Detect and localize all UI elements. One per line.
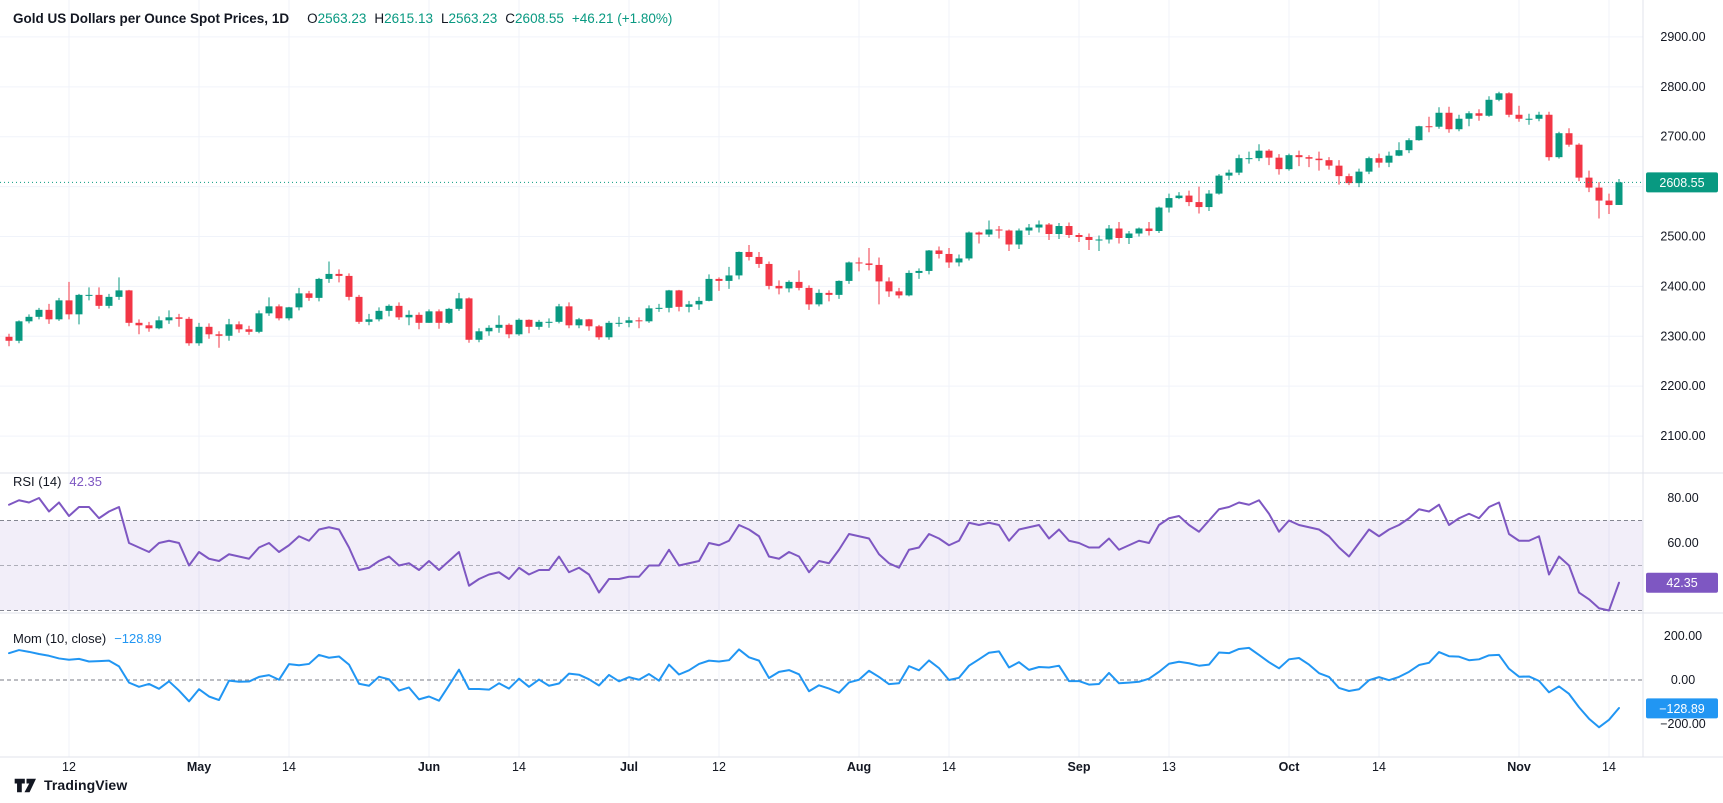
axis-tick-label: −200.00 (1660, 717, 1706, 731)
momentum-title-value: −128.89 (114, 631, 161, 646)
axis-tick-label: 2100.00 (1660, 429, 1705, 443)
time-axis[interactable]: 12 May 14 Jun 14 Jul 12 Aug 14 Sep 13 Oct 14 Nov 14 (62, 760, 1616, 774)
time-axis-day-label: 13 (1162, 760, 1176, 774)
time-axis-day-label: 14 (942, 760, 956, 774)
svg-text:−128.89: −128.89 (1659, 702, 1705, 716)
axis-tick-label: 2400.00 (1660, 279, 1705, 293)
price-axis[interactable]: 2900.002800.002700.002600.002500.002400.… (1660, 30, 1705, 443)
time-axis-day-label: 14 (1602, 760, 1616, 774)
axis-tick-label: 60.00 (1667, 536, 1698, 550)
axis-tick-label: 2200.00 (1660, 379, 1705, 393)
candles-series (6, 92, 1623, 348)
chart-canvas[interactable]: 2900.002800.002700.002600.002500.002400.… (0, 0, 1723, 803)
axis-tick-label: 2500.00 (1660, 230, 1705, 244)
axis-tick-label: 2700.00 (1660, 130, 1705, 144)
open-value: 2563.23 (318, 11, 367, 26)
rsi-title-value: 42.35 (69, 474, 102, 489)
time-axis-month-label: Sep (1068, 760, 1091, 774)
time-axis-day-label: 12 (712, 760, 726, 774)
time-axis-month-label: Jun (418, 760, 440, 774)
time-axis-month-label: May (187, 760, 211, 774)
rsi-band (0, 520, 1643, 610)
open-label: O (307, 11, 318, 26)
momentum-title-label: Mom (10, close) (13, 631, 106, 646)
rsi-title-label: RSI (14) (13, 474, 61, 489)
symbol-legend[interactable]: Gold US Dollars per Ounce Spot Prices, 1… (13, 11, 672, 26)
momentum-indicator-title[interactable]: Mom (10, close) −128.89 (13, 631, 162, 646)
axis-tick-label: 0.00 (1671, 673, 1695, 687)
time-axis-month-label: Jul (620, 760, 638, 774)
time-gridlines (69, 0, 1609, 757)
low-value: 2563.23 (448, 11, 497, 26)
momentum-value-label: −128.89 (1646, 698, 1718, 718)
rsi-indicator-title[interactable]: RSI (14) 42.35 (13, 474, 102, 489)
tradingview-chart-window: 2900.002800.002700.002600.002500.002400.… (0, 0, 1723, 803)
axis-tick-label: 2900.00 (1660, 30, 1705, 44)
time-axis-day-label: 14 (282, 760, 296, 774)
high-value: 2615.13 (384, 11, 433, 26)
rsi-value-label: 42.35 (1646, 573, 1718, 593)
change-value: +46.21 (+1.80%) (572, 11, 673, 26)
axis-tick-label: 80.00 (1667, 491, 1698, 505)
symbol-title[interactable]: Gold US Dollars per Ounce Spot Prices, 1… (13, 11, 289, 26)
close-label: C (505, 11, 515, 26)
axis-tick-label: 200.00 (1664, 629, 1702, 643)
high-label: H (374, 11, 384, 26)
tradingview-logo-text: TradingView (44, 777, 127, 793)
axis-tick-label: 2300.00 (1660, 329, 1705, 343)
svg-text:2608.55: 2608.55 (1659, 176, 1704, 190)
last-price-label: 2608.55 (1646, 172, 1718, 192)
pane-separators (0, 0, 1723, 757)
axis-tick-label: 2800.00 (1660, 80, 1705, 94)
time-axis-day-label: 14 (512, 760, 526, 774)
time-axis-month-label: Oct (1279, 760, 1301, 774)
time-axis-month-label: Aug (847, 760, 871, 774)
close-value: 2608.55 (515, 11, 564, 26)
price-gridlines (0, 37, 1643, 436)
tradingview-logo[interactable]: TradingView (14, 777, 127, 793)
tradingview-logo-icon (14, 778, 37, 793)
time-axis-day-label: 14 (1372, 760, 1386, 774)
time-axis-day-label: 12 (62, 760, 76, 774)
momentum-line (9, 648, 1619, 727)
time-axis-month-label: Nov (1507, 760, 1531, 774)
svg-text:42.35: 42.35 (1666, 576, 1697, 590)
